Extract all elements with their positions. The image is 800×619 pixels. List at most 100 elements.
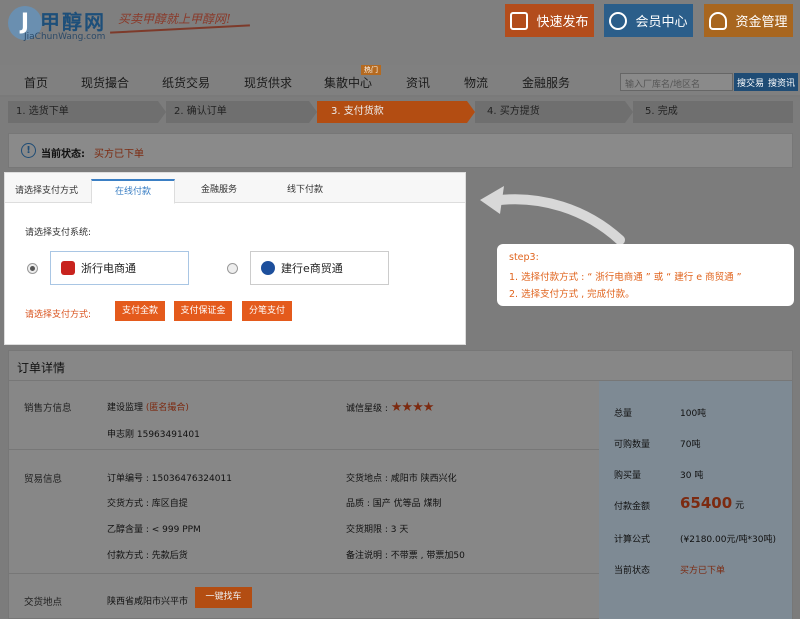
bank-name-ccb: 建行e商贸通 [281,262,343,275]
credit-rating: 诚信星级 : ★★★★ [346,400,435,415]
nav-item-spot-supply[interactable]: 现货供求 [244,74,292,91]
delivery-place: 交货地点 : 咸阳市 陕西兴化 [346,474,457,484]
delivery-method: 交货方式 : 库区自提 [107,499,188,509]
pay-deposit-button[interactable]: 支付保证金 [174,301,232,321]
payment-panel: 请选择支付方式 在线付款 金融服务 线下付款 请选择支付系统: 浙行电商通 建行… [4,172,466,345]
seller-info-label: 销售方信息 [24,403,72,414]
search-trade-button[interactable]: 搜交易 [734,73,768,91]
ccb-bank-icon [261,261,275,275]
pointer-arrow-icon [480,186,625,245]
callout-line-2: 2. 选择支付方式 , 完成付款。 [509,289,635,300]
pay-full-button[interactable]: 支付全款 [115,301,165,321]
main-nav: 首页 现货撮合 纸货交易 现货供求 集散中心 热门 资讯 物流 金融服务 输入厂… [0,65,800,97]
current-state-value: 买方已下单 [680,566,726,576]
step-4: 4. 买方提货 [475,101,625,123]
member-center-button[interactable]: 会员中心 [604,4,693,37]
payment-choose-label: 请选择支付方式 [15,186,79,196]
fund-management-button[interactable]: 资金管理 [704,4,793,37]
divider [9,573,599,574]
bank-radio-ccb[interactable] [227,263,238,274]
edit-icon [510,11,529,30]
bank-option-zheshang[interactable]: 浙行电商通 [50,251,189,285]
payment-terms: 付款方式 : 先款后货 [107,551,188,561]
bank-radio-zheshang[interactable] [27,263,38,274]
progress-steps: 1. 选货下单 2. 确认订单 3. 支付货款 4. 买方提货 5. 完成 [8,101,793,123]
member-center-label: 会员中心 [635,15,688,30]
available-value: 70吨 [680,440,701,450]
shield-yen-icon [709,11,728,30]
formula-value: (¥2180.00元/吨*30吨) [680,535,776,545]
step-3-arrow [467,101,475,123]
nav-item-spot-matching[interactable]: 现货撮合 [81,74,129,91]
status-label: 当前状态: [41,149,85,160]
payment-method-label: 请选择支付方式: [25,310,92,320]
search-news-button[interactable]: 搜资讯 [765,73,799,91]
step-2: 2. 确认订单 [166,101,309,123]
seller-contact: 申志刚 15963491401 [107,430,200,440]
step-2-arrow [309,101,317,123]
nav-item-distribution-center[interactable]: 集散中心 [324,74,372,91]
pay-installment-button[interactable]: 分笔支付 [242,301,292,321]
purchase-value: 30 吨 [680,471,704,481]
order-status-bar: ! 当前状态: 买方已下单 [8,133,793,168]
total-value: 100吨 [680,409,707,419]
payment-system-label: 请选择支付系统: [25,228,92,238]
nav-search-input[interactable]: 输入厂库名/地区名 [620,73,733,91]
tab-offline-payment[interactable]: 线下付款 [263,179,347,204]
step-4-arrow [625,101,633,123]
credit-rating-label: 诚信星级 : [346,404,388,414]
bank-option-ccb[interactable]: 建行e商贸通 [250,251,389,285]
order-details-title: 订单详情 [9,351,792,381]
callout-line-1: 1. 选择付款方式 : “ 浙行电商通 ” 或 “ 建行 e 商贸通 ” [509,272,742,283]
logo-subtext: JiaChunWang.com [24,32,106,42]
remark: 备注说明 : 不带票 , 带票加50 [346,551,465,561]
user-icon [609,11,628,30]
step-3-active: 3. 支付货款 [317,101,467,123]
location-value: 陕西省咸阳市兴平市 [107,597,189,607]
quick-publish-button[interactable]: 快速发布 [505,4,594,37]
step-5: 5. 完成 [633,101,793,123]
trade-info-label: 贸易信息 [24,474,63,485]
fund-management-label: 资金管理 [735,15,788,30]
find-car-button[interactable]: 一键找车 [195,587,252,608]
logo-text: 甲醇网 [40,10,106,34]
callout-title: step3: [509,252,539,263]
step3-callout: step3: 1. 选择付款方式 : “ 浙行电商通 ” 或 “ 建行 e 商贸… [497,244,794,306]
order-summary: 总量 100吨 可购数量 70吨 购买量 30 吨 付款金额 65400 元 计… [599,381,792,619]
quick-publish-label: 快速发布 [536,15,589,30]
zheshang-bank-icon [61,261,75,275]
step-1: 1. 选货下单 [8,101,158,123]
quality: 品质 : 国产 优等品 煤制 [346,499,442,509]
nav-item-logistics[interactable]: 物流 [464,74,488,91]
nav-item-finance[interactable]: 金融服务 [522,74,570,91]
amount-label: 付款金额 [614,502,651,512]
formula-label: 计算公式 [614,535,651,545]
nav-item-news[interactable]: 资讯 [406,74,430,91]
current-state-label: 当前状态 [614,566,651,576]
delivery-period: 交货期限 : 3 天 [346,525,409,535]
order-number: 订单编号 : 15036476324011 [107,474,232,484]
seller-company-name: 建设监理 [107,403,144,413]
site-logo[interactable]: J 甲醇网 JiaChunWang.com [8,4,118,44]
amount-value: 65400 [680,494,733,512]
credit-stars: ★★★★ [390,400,435,415]
step-1-arrow [158,101,166,123]
total-label: 总量 [614,409,633,419]
info-icon: ! [21,143,36,158]
hot-badge: 热门 [361,65,381,75]
bank-name-zheshang: 浙行电商通 [81,262,136,275]
order-details: 订单详情 销售方信息 建设监理 (匿名撮合) 申志刚 15963491401 诚… [8,350,793,619]
site-header: J 甲醇网 JiaChunWang.com 买卖甲醇就上甲醇网! 快速发布 会员… [0,0,800,65]
seller-tag: (匿名撮合) [145,403,189,413]
location-label: 交货地点 [24,597,63,608]
available-label: 可购数量 [614,440,651,450]
tab-online-payment[interactable]: 在线付款 [91,179,175,204]
nav-item-home[interactable]: 首页 [24,74,48,91]
page: J 甲醇网 JiaChunWang.com 买卖甲醇就上甲醇网! 快速发布 会员… [0,0,800,619]
amount-row: 65400 元 [680,494,744,512]
tab-financial-service[interactable]: 金融服务 [177,179,261,204]
divider [9,449,599,450]
seller-company: 建设监理 (匿名撮合) [107,400,189,413]
nav-item-paper-trading[interactable]: 纸货交易 [162,74,210,91]
ethanol-content: 乙醇含量 : < 999 PPM [107,525,201,535]
